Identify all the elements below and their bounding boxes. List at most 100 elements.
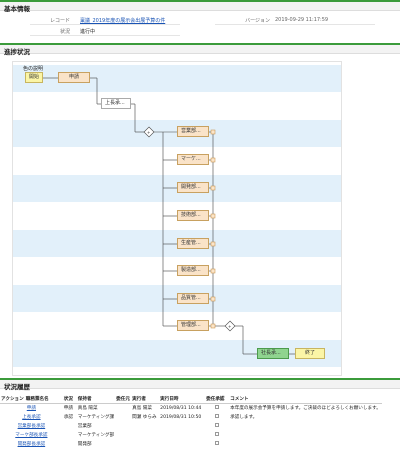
history-delegate-checkbox[interactable] (215, 423, 220, 427)
col-status: 状況 (62, 395, 77, 404)
join-marker (210, 323, 216, 329)
history-status: 申請 (63, 406, 73, 412)
join-marker (210, 129, 216, 135)
node-end[interactable]: 終了 (295, 348, 325, 359)
history-comment: 承認します。 (230, 415, 258, 420)
col-holder: 保持者 (76, 395, 116, 404)
node-apply[interactable]: 申請 (58, 72, 90, 83)
history-delegate-checkbox[interactable] (215, 441, 220, 445)
table-cell (229, 440, 382, 449)
table-cell (115, 440, 131, 449)
table-cell (159, 422, 205, 431)
table-cell (115, 413, 131, 422)
version-value: 2019-09-29 11:17:59 (275, 17, 329, 23)
table-cell (159, 431, 205, 440)
record-label: レコード (49, 18, 70, 24)
table-cell: 2019/08/31 10:50 (159, 413, 205, 422)
divider (30, 24, 180, 25)
history-holder: マーケティング課 (77, 415, 115, 420)
status-value: 進行中 (80, 29, 96, 35)
col-action: アクション (0, 395, 25, 404)
history-datetime: 2019/08/31 10:50 (160, 414, 202, 420)
progress-header: 進捗状況 (0, 43, 400, 56)
table-cell: 間瀬 ゆらみ (131, 413, 159, 422)
history-delegate-checkbox[interactable] (215, 432, 220, 436)
table-cell: 真島 陽菜 (131, 404, 159, 413)
history-action-link[interactable]: 営業部長承認 (18, 424, 46, 429)
history-delegate-checkbox[interactable] (215, 405, 220, 410)
history-delegate-checkbox[interactable] (215, 414, 220, 418)
status-label: 状況 (59, 29, 70, 35)
table-cell: 開発部長承認 (0, 440, 63, 449)
node-manager-approval[interactable]: 上長承... (101, 98, 131, 109)
history-holder: 真島 陽菜 (77, 406, 98, 412)
history-holder: マーケティング部 (77, 433, 115, 438)
col-delegator: 委任元 (115, 395, 132, 404)
table-row: 申請 申請 真島 陽菜 真島 陽菜 2019/08/31 10:44 本年度の展示会予算を… (0, 404, 382, 413)
basic-info-header: 基本情報 (0, 0, 400, 13)
history-holder: 開発部 (77, 442, 92, 447)
gateway-mark: + (228, 324, 231, 329)
record-link[interactable]: 稟議_2019年度の展示会出展予算の件 (80, 17, 165, 24)
table-cell: 営業部 (77, 422, 115, 431)
table-cell (229, 431, 382, 440)
history-holder: 営業部 (77, 424, 92, 429)
join-marker (210, 268, 216, 274)
node-admin-approval[interactable]: 管理部... (177, 320, 209, 331)
table-cell: 真島 陽菜 (77, 404, 115, 413)
history-status: 承認 (63, 415, 73, 420)
node-marketing-approval[interactable]: マーケ... (177, 154, 209, 165)
table-cell (63, 440, 77, 449)
join-marker (210, 213, 216, 219)
history-datetime: 2019/08/31 10:44 (160, 405, 202, 411)
table-cell: マーケティング課 (77, 413, 115, 422)
table-cell (205, 431, 229, 440)
table-cell: マーケ部長承認 (0, 431, 63, 440)
table-cell: 申請 (0, 404, 63, 413)
table-cell: 営業部長承認 (0, 422, 63, 431)
node-production-approval[interactable]: 生産管... (177, 238, 209, 249)
node-development-approval[interactable]: 開発部... (177, 182, 209, 193)
col-datetime: 実行日時 (159, 395, 206, 404)
history-table-wrap: アクション 職務票名名 状況 保持者 委任元 実行者 実行日時 委任承認 コメン… (0, 395, 400, 449)
table-cell (205, 413, 229, 422)
table-cell (205, 440, 229, 449)
table-cell (159, 440, 205, 449)
history-executor: 間瀬 ゆらみ (132, 415, 157, 420)
join-marker (210, 185, 216, 191)
table-cell: 2019/08/31 10:44 (159, 404, 205, 413)
divider (30, 35, 180, 36)
table-row: マーケ部長承認 マーケティング部 (0, 431, 382, 440)
node-quality-approval[interactable]: 品質管... (177, 293, 209, 304)
table-cell (115, 431, 131, 440)
col-job-name: 職務票名名 (24, 395, 63, 404)
history-comment: 本年度の展示会予算を申請します。ご決裁のほどよろしくお願いします。 (230, 406, 381, 412)
node-sales-approval[interactable]: 営業部... (177, 126, 209, 137)
table-cell (131, 422, 159, 431)
join-marker (210, 157, 216, 163)
table-cell: 本年度の展示会予算を申請します。ご決裁のほどよろしくお願いします。 (229, 404, 382, 413)
table-cell (131, 440, 159, 449)
history-executor: 真島 陽菜 (132, 406, 152, 412)
history-action-link[interactable]: 開発部長承認 (18, 442, 46, 447)
table-cell (63, 431, 77, 440)
workflow-diagram: 色の説明 + + 開始 申請 上長承... 営業部... マーケ... 開発部.… (12, 61, 342, 376)
join-marker (210, 296, 216, 302)
table-cell (205, 422, 229, 431)
node-president-approval[interactable]: 社長承... (257, 348, 289, 359)
history-action-link[interactable]: 上長承認 (22, 415, 40, 420)
col-comment: コメント (229, 395, 382, 404)
node-start[interactable]: 開始 (25, 72, 43, 83)
history-action-link[interactable]: マーケ部長承認 (15, 433, 47, 438)
table-cell (63, 422, 77, 431)
table-row: 上長承認 承認 マーケティング課 間瀬 ゆらみ 2019/08/31 10:50 承認しま… (0, 413, 382, 422)
table-cell (131, 431, 159, 440)
table-cell: 承認 (63, 413, 77, 422)
join-marker (210, 241, 216, 247)
table-cell: マーケティング部 (77, 431, 115, 440)
node-manufacturing-approval[interactable]: 製造部... (177, 265, 209, 276)
node-technical-approval[interactable]: 技術部... (177, 210, 209, 221)
history-title: 状況履歴 (4, 383, 30, 391)
history-action-link[interactable]: 申請 (27, 406, 36, 411)
table-cell: 承認します。 (229, 413, 382, 422)
